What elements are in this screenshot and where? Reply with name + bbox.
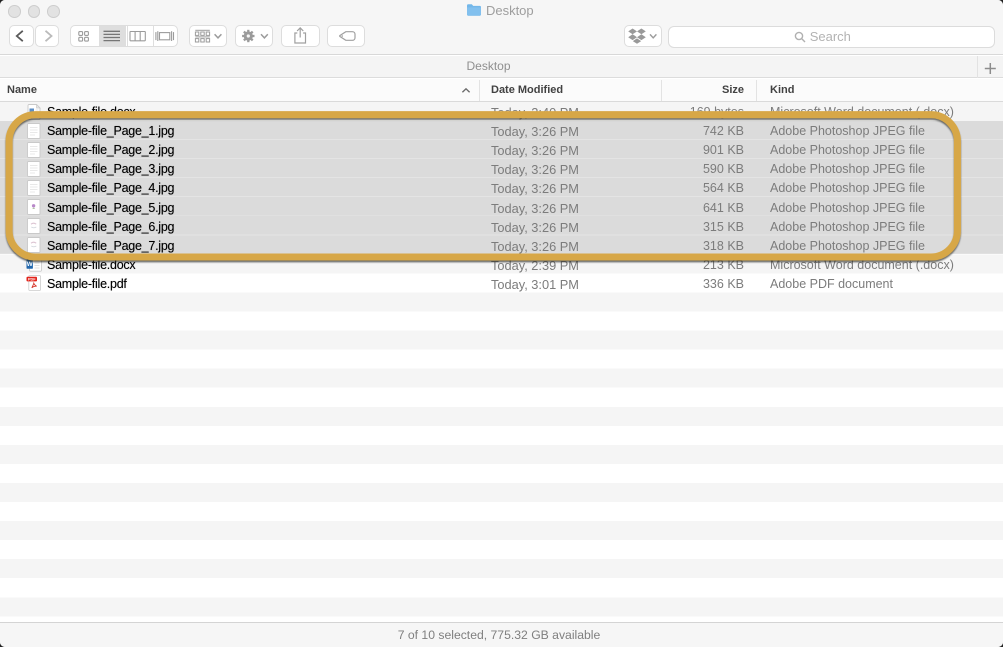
svg-text:PDF: PDF [28,277,36,281]
svg-text:W: W [27,261,33,268]
